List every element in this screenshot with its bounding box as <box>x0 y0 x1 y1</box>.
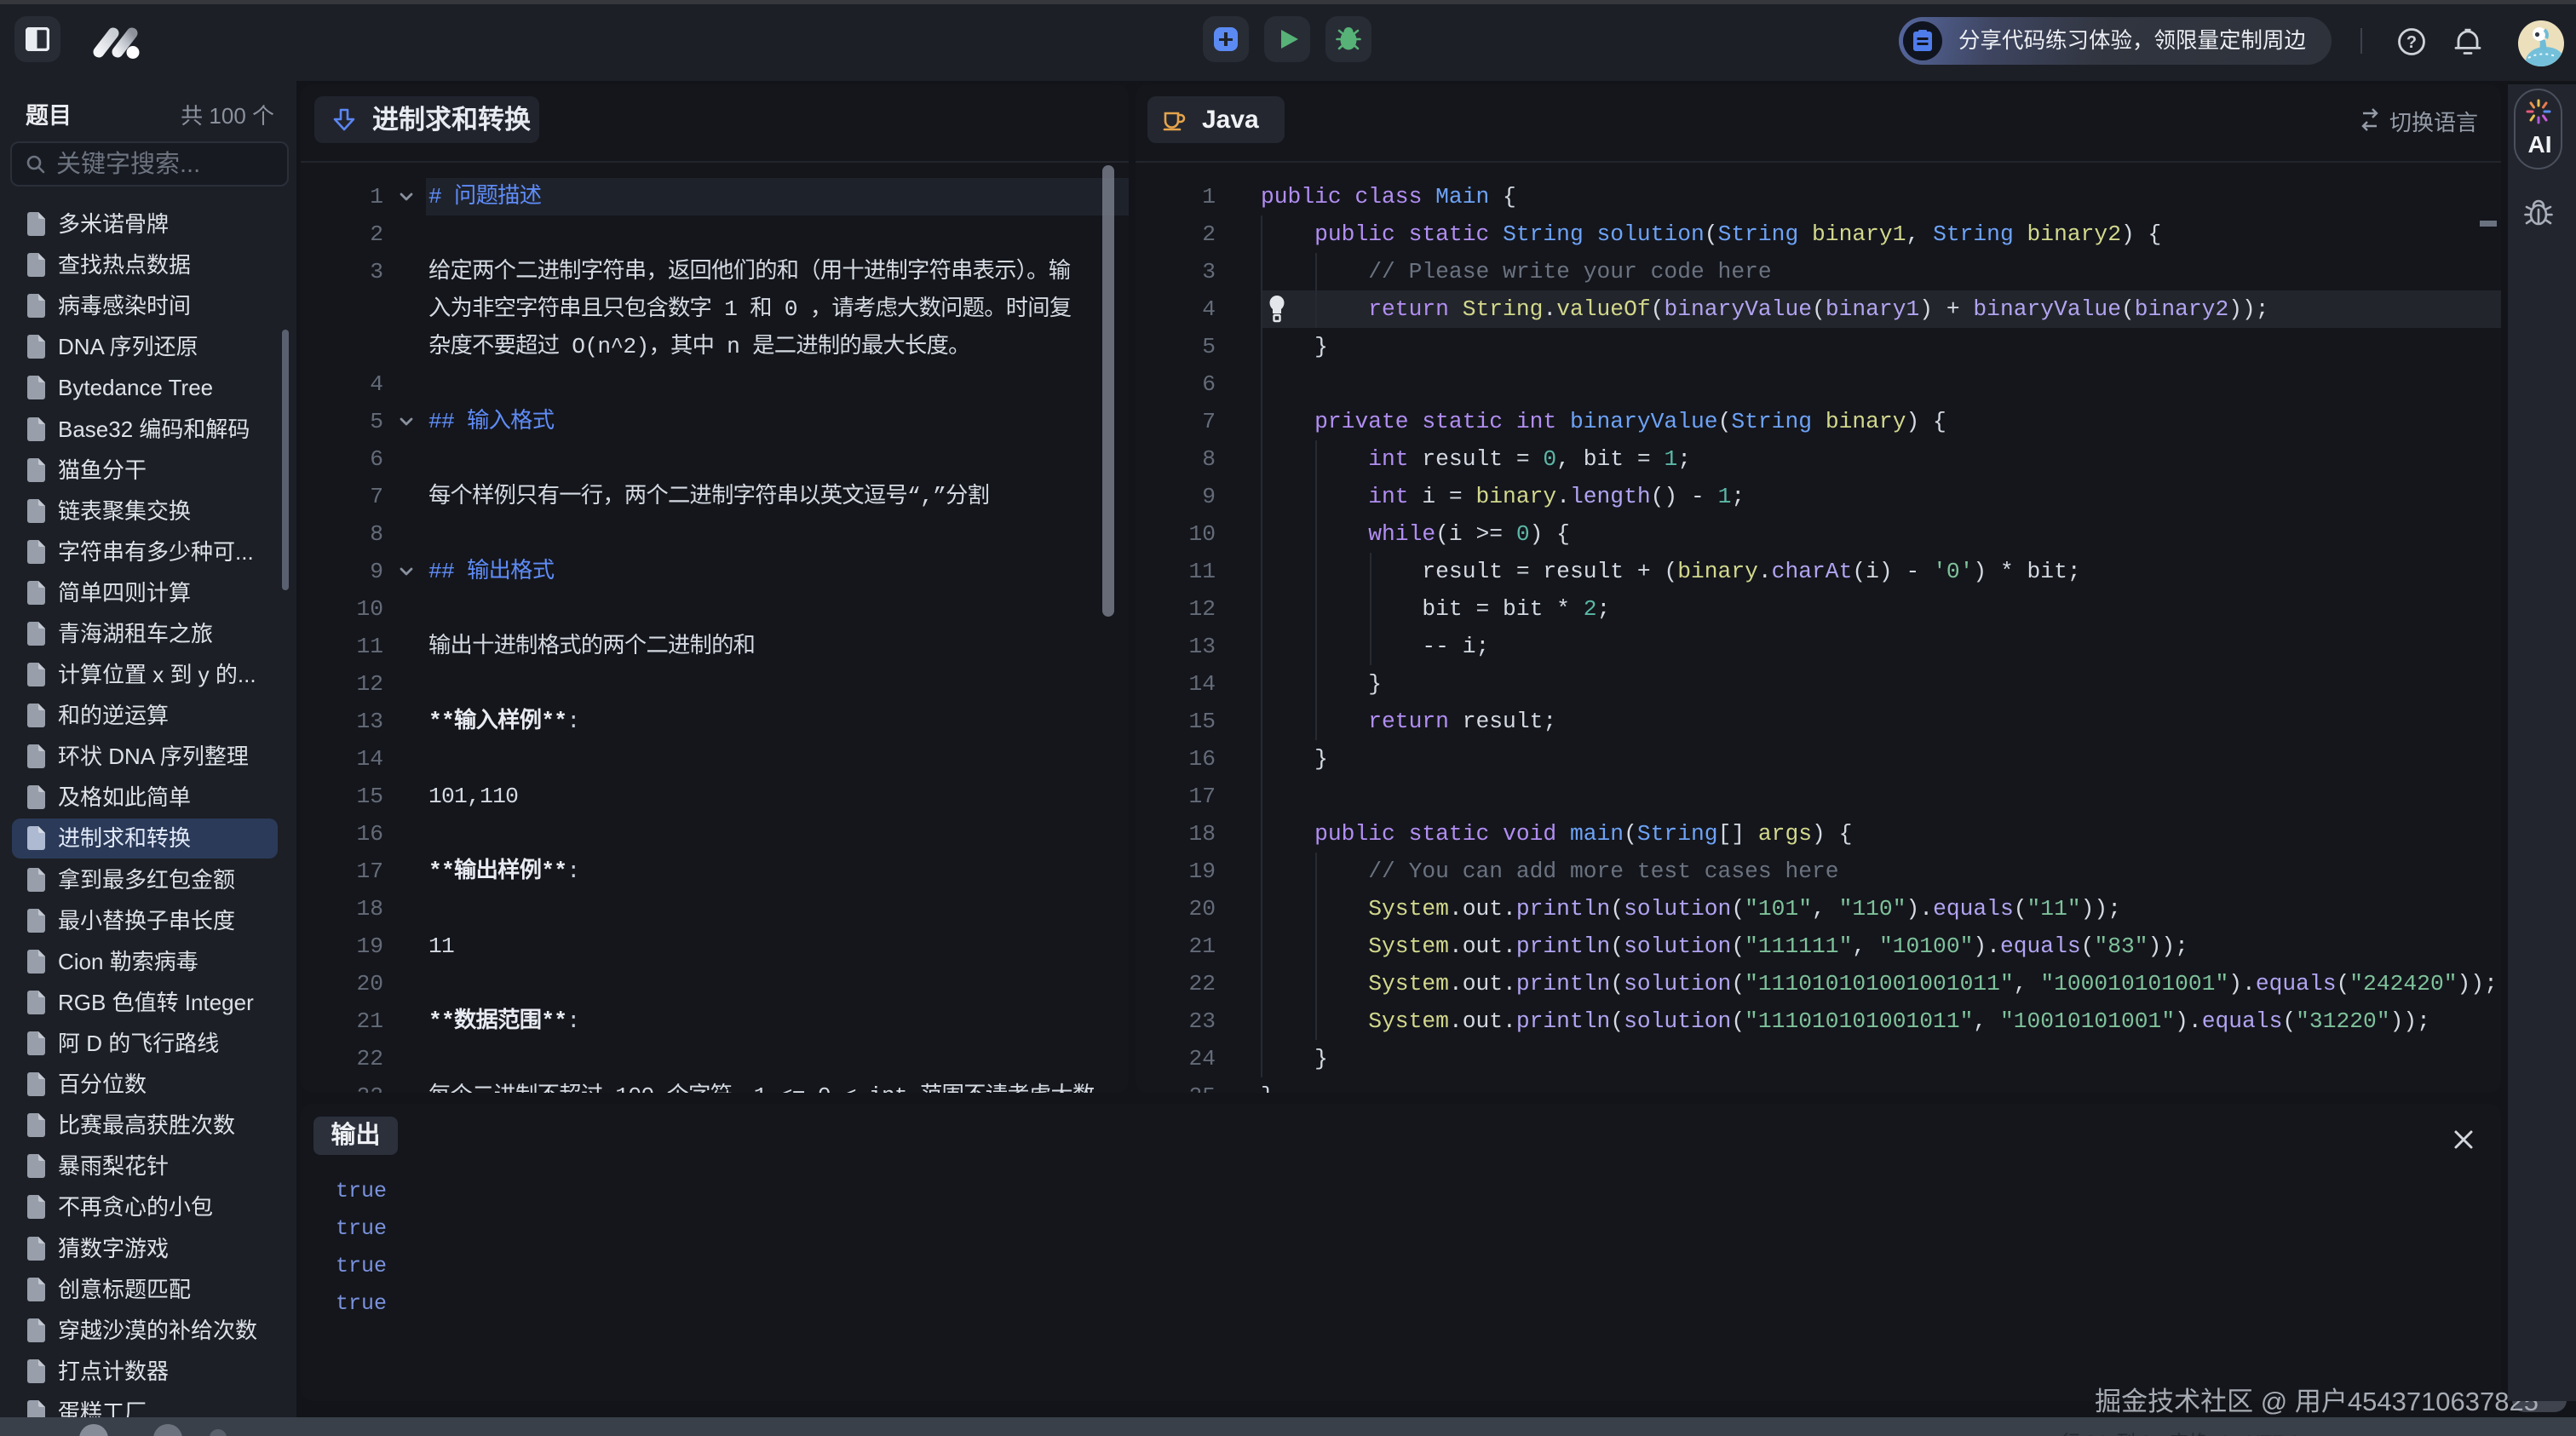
svg-text:?: ? <box>2406 33 2417 52</box>
